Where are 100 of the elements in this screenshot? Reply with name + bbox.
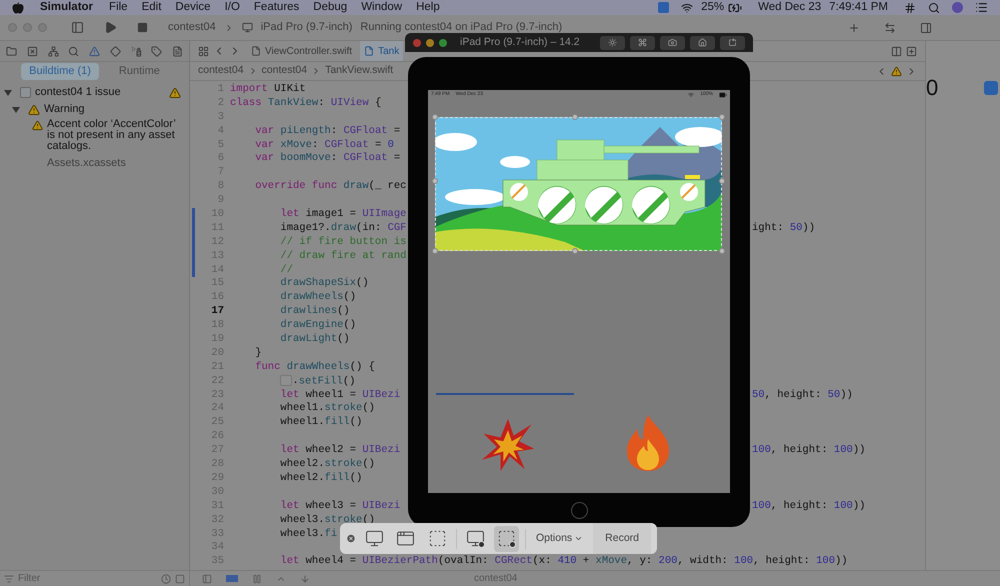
code-line: wheel3.fi (279, 528, 338, 540)
wifi-icon (681, 2, 694, 14)
menu-item[interactable]: Device (175, 0, 211, 16)
warning-icon (169, 86, 181, 98)
menu-item[interactable]: Debug (313, 0, 348, 16)
menu-item[interactable]: Window (361, 0, 402, 16)
menu-item[interactable]: Help (416, 0, 440, 16)
clock-icon (161, 574, 171, 584)
code-line: let wheel3 = UIBezi (279, 500, 400, 512)
code-line: var xMove: CGFloat = 0 (254, 138, 394, 151)
code-line: import UIKit (230, 83, 306, 95)
code-line: var piLength: CGFloat = (254, 124, 400, 137)
code-line: } (254, 346, 262, 359)
zoom-control[interactable] (439, 38, 447, 46)
rotate-button[interactable] (720, 36, 745, 50)
home-button[interactable] (690, 36, 715, 50)
warning-icon[interactable] (891, 66, 902, 76)
code-line: // if fire button is (279, 236, 406, 248)
issue-group-label[interactable]: Warning (44, 101, 85, 118)
menu-time: 7:49:41 PM (829, 0, 888, 15)
menu-item[interactable]: File (109, 0, 128, 16)
x-square-icon[interactable] (26, 46, 38, 56)
breadcrumb[interactable]: contest04 (198, 63, 244, 79)
columns-icon (891, 46, 902, 56)
grid-icon (198, 46, 209, 56)
record-selection-icon (496, 529, 516, 548)
options-button[interactable]: Options (532, 530, 588, 546)
project-icon (20, 87, 31, 98)
brightness-button[interactable] (600, 36, 625, 50)
command-icon (638, 38, 647, 47)
editor-tab[interactable]: ViewController.swift (247, 41, 356, 61)
menu-item[interactable]: Edit (142, 0, 162, 16)
disclosure-triangle[interactable] (12, 106, 20, 112)
add-editor-icon (906, 46, 917, 56)
inspector-value: 0 (926, 77, 938, 102)
minimize-control[interactable] (426, 38, 434, 46)
editor-tab[interactable]: Tank (360, 41, 404, 61)
record-button[interactable]: Record (593, 523, 652, 554)
battery-icon (719, 91, 727, 99)
warning-icon (32, 120, 43, 131)
diamond-icon[interactable] (110, 46, 121, 56)
issues-filter-icon (175, 574, 185, 584)
device-name[interactable]: iPad Pro (9.7-inch) (260, 19, 352, 36)
tag-icon[interactable] (151, 46, 162, 56)
inspector-icon[interactable] (920, 22, 932, 34)
code-line: let wheel4 = UIBezierPath(ovalIn: CGRect(x: 410 + xMove, y: 200, width: 100, height: 100)) (279, 555, 848, 568)
code-line: drawWheels() (279, 291, 356, 304)
file-icon (364, 46, 374, 56)
code-line: // (279, 264, 294, 276)
menu-item[interactable]: Features (254, 0, 300, 16)
breadcrumb[interactable]: contest04 (262, 63, 308, 79)
code-fragment: 100, height: 100)) (752, 500, 866, 514)
window-title: iPad Pro (9.7-inch) – 14.2 (460, 34, 580, 50)
brightness-icon (608, 38, 617, 47)
warning-icon[interactable] (89, 46, 100, 56)
code-line: drawShapeSix() (279, 277, 369, 290)
activity-status: Running contest04 on iPad Pro (9.7-inch) (360, 20, 562, 36)
apple-icon (12, 2, 24, 14)
record-screen-icon (466, 529, 485, 548)
rotate-icon (728, 38, 737, 47)
code-line: class TankView: UIView { (230, 96, 382, 109)
device-icon (242, 22, 253, 33)
warning-file: Assets.xcassets (47, 156, 127, 171)
panel-icon (202, 574, 212, 584)
assistant-icon[interactable] (952, 2, 963, 13)
home-icon (698, 38, 707, 47)
record-selection-button[interactable] (494, 526, 520, 552)
play-icon[interactable] (104, 21, 117, 34)
scheme-name[interactable]: contest04 (168, 19, 216, 36)
search-icon[interactable] (68, 46, 80, 56)
warning-message[interactable]: Accent color ‘AccentColor’ is not present in any asset catalogs. (47, 119, 177, 152)
close-icon[interactable] (346, 533, 356, 544)
code-line: let image1 = UIImage (279, 208, 406, 220)
warning-icon (28, 104, 40, 116)
disclosure-triangle[interactable] (4, 90, 12, 96)
sidebar-icon[interactable] (71, 21, 84, 34)
stop-icon[interactable] (137, 22, 148, 33)
remote-app-icon[interactable] (658, 2, 670, 13)
code-line: drawEngine() (279, 319, 356, 332)
command-button[interactable] (630, 36, 655, 50)
camera-button[interactable] (660, 36, 685, 50)
code-line: drawLight() (279, 333, 350, 346)
code-line: wheel2.stroke() (279, 458, 375, 470)
menu-item[interactable]: I/O (224, 0, 240, 16)
document-icon[interactable] (172, 46, 183, 56)
hierarchy-icon[interactable] (48, 46, 58, 56)
arrows-icon[interactable] (884, 22, 896, 34)
folder-icon[interactable] (6, 46, 17, 56)
code-fragment: 100, height: 100)) (752, 444, 866, 458)
search-icon (928, 2, 940, 14)
menu-date: Wed Dec 23 (758, 0, 822, 15)
code-line: // draw fire at rand (279, 250, 406, 262)
add-icon[interactable] (848, 22, 860, 34)
app-menu[interactable]: Simulator (40, 0, 94, 16)
breadcrumb[interactable]: TankView.swift (325, 63, 394, 79)
close-control[interactable] (413, 38, 421, 46)
camera-icon (668, 38, 677, 47)
project-issue-label[interactable]: contest04 1 issue (35, 84, 121, 101)
code-line: var boomMove: CGFloat = (254, 152, 400, 164)
remote-app-icon[interactable] (984, 81, 998, 95)
